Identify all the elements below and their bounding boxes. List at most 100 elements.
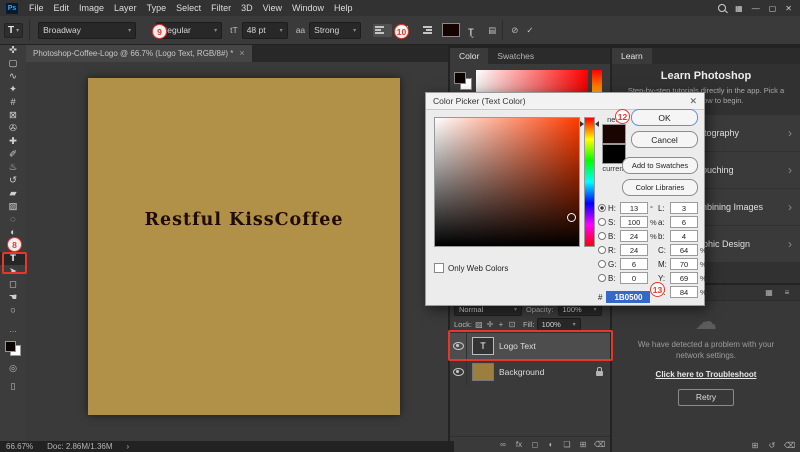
menu-window[interactable]: Window [287, 0, 329, 16]
tool-history-brush[interactable]: ↺ [0, 174, 26, 187]
input-brightness[interactable]: 24 [620, 230, 648, 242]
add-to-swatches-button[interactable]: Add to Swatches [622, 157, 698, 174]
cancel-button[interactable]: Cancel [631, 131, 698, 148]
input-red[interactable]: 24 [620, 244, 648, 256]
hex-field[interactable]: 1B0500 [606, 291, 650, 303]
input-hue[interactable]: 13 [620, 202, 648, 214]
menu-type[interactable]: Type [142, 0, 172, 16]
input-lab-a[interactable]: 6 [670, 216, 698, 228]
font-family-select[interactable]: Broadway ▾ [38, 22, 136, 39]
menu-layer[interactable]: Layer [109, 0, 142, 16]
input-saturation[interactable]: 100 [620, 216, 648, 228]
input-lab-l[interactable]: 3 [670, 202, 698, 214]
menu-3d[interactable]: 3D [236, 0, 258, 16]
status-expand-icon[interactable]: › [127, 442, 130, 451]
input-blue[interactable]: 0 [620, 272, 648, 284]
foreground-background-swatches[interactable] [5, 341, 21, 356]
artboard[interactable]: Restful KissCoffee [88, 78, 400, 415]
radio-hue[interactable] [598, 204, 606, 212]
tab-swatches[interactable]: Swatches [488, 48, 543, 64]
tool-shape[interactable]: ◻ [0, 278, 26, 291]
radio-green[interactable] [598, 260, 606, 268]
menu-view[interactable]: View [258, 0, 287, 16]
workspace-icon[interactable]: ▦ [735, 4, 743, 13]
lock-position-icon[interactable]: + [496, 320, 506, 329]
radio-red[interactable] [598, 246, 606, 254]
toggle-panels-icon[interactable]: ▤ [488, 25, 496, 36]
document-tab[interactable]: Photoshop-Coffee-Logo @ 66.7% (Logo Text… [26, 44, 252, 62]
menu-file[interactable]: File [24, 0, 49, 16]
layer-effects-icon[interactable]: fx [514, 440, 524, 449]
saturation-brightness-field[interactable] [434, 117, 580, 247]
maximize-icon[interactable]: ▢ [769, 4, 777, 13]
layer-mask-icon[interactable]: ◻ [530, 440, 540, 449]
tab-close-icon[interactable]: × [239, 48, 244, 58]
input-black[interactable]: 84 [670, 286, 698, 298]
canvas-area[interactable]: Restful KissCoffee [26, 62, 448, 441]
adjustment-layer-icon[interactable]: ◐ [546, 440, 556, 449]
current-tool-icon[interactable]: T ▾ [4, 23, 23, 38]
link-layers-icon[interactable]: ∞ [498, 440, 508, 449]
layer-row-background[interactable]: Background [450, 359, 610, 385]
cancel-edit-icon[interactable]: ⊘ [511, 25, 518, 36]
color-sample-marker[interactable] [567, 213, 576, 222]
tool-clone-stamp[interactable]: ♨ [0, 161, 26, 174]
panel-fg-bg-swatches[interactable] [454, 72, 472, 90]
input-yellow[interactable]: 69 [670, 272, 698, 284]
delete-layer-icon[interactable]: ⌫ [594, 440, 604, 449]
foreground-color-chip[interactable] [5, 341, 16, 352]
tool-zoom[interactable]: ○ [0, 304, 26, 317]
edit-toolbar-icon[interactable]: … [9, 325, 17, 334]
close-icon[interactable]: ✕ [785, 4, 792, 13]
align-right-icon[interactable] [415, 24, 434, 37]
libraries-grid-icon[interactable]: ▦ [764, 288, 774, 297]
tool-frame[interactable]: ⊠ [0, 109, 26, 122]
dialog-close-icon[interactable]: ✕ [689, 96, 697, 107]
hue-slider[interactable] [584, 117, 595, 247]
tool-blur[interactable]: ◌ [0, 213, 26, 226]
menu-help[interactable]: Help [329, 0, 358, 16]
ok-button[interactable]: OK [631, 109, 698, 126]
tool-quick-selection[interactable]: ✦ [0, 83, 26, 96]
commit-edit-icon[interactable]: ✓ [526, 25, 533, 36]
quick-mask-icon[interactable]: ◎ [9, 363, 17, 374]
hue-slider-handle-left[interactable] [580, 121, 584, 127]
font-size-select[interactable]: 48 pt ▾ [242, 22, 288, 39]
layer-thumbnail-background[interactable] [472, 363, 494, 381]
tool-crop[interactable]: # [0, 96, 26, 109]
radio-saturation[interactable] [598, 218, 606, 226]
libraries-menu-icon[interactable]: ≡ [782, 288, 792, 297]
new-library-icon[interactable]: ⊞ [750, 441, 760, 450]
troubleshoot-link[interactable]: Click here to Troubleshoot [612, 370, 800, 379]
hue-slider-handle-right[interactable] [595, 121, 599, 127]
screen-mode-icon[interactable]: ▯ [11, 381, 16, 392]
lock-transparency-icon[interactable]: ▨ [474, 320, 484, 329]
dialog-title-bar[interactable]: Color Picker (Text Color) ✕ [426, 93, 704, 110]
align-left-icon[interactable] [373, 24, 392, 37]
input-lab-b[interactable]: 4 [670, 230, 698, 242]
menu-filter[interactable]: Filter [206, 0, 236, 16]
color-libraries-button[interactable]: Color Libraries [622, 179, 698, 196]
tool-move[interactable]: ✜ [0, 44, 26, 57]
input-magenta[interactable]: 70 [670, 258, 698, 270]
menu-image[interactable]: Image [74, 0, 109, 16]
zoom-level-field[interactable]: 66.67% [6, 442, 33, 451]
lock-pixels-icon[interactable]: ✛ [485, 320, 495, 329]
minimize-icon[interactable]: — [752, 4, 760, 13]
tab-learn[interactable]: Learn [612, 48, 652, 64]
radio-blue[interactable] [598, 274, 606, 282]
input-cyan[interactable]: 64 [670, 244, 698, 256]
tab-color[interactable]: Color [450, 48, 488, 64]
tool-healing-brush[interactable]: ✚ [0, 135, 26, 148]
tool-hand[interactable]: ☚ [0, 291, 26, 304]
visibility-toggle[interactable] [450, 359, 467, 385]
layer-group-icon[interactable]: ❏ [562, 440, 572, 449]
only-web-colors-checkbox[interactable] [434, 263, 444, 273]
new-layer-icon[interactable]: ⊞ [578, 440, 588, 449]
input-green[interactable]: 6 [620, 258, 648, 270]
tool-eraser[interactable]: ▰ [0, 187, 26, 200]
retry-button[interactable]: Retry [678, 389, 734, 406]
sync-libraries-icon[interactable]: ↺ [767, 441, 777, 450]
tool-brush[interactable]: ✐ [0, 148, 26, 161]
radio-brightness[interactable] [598, 232, 606, 240]
